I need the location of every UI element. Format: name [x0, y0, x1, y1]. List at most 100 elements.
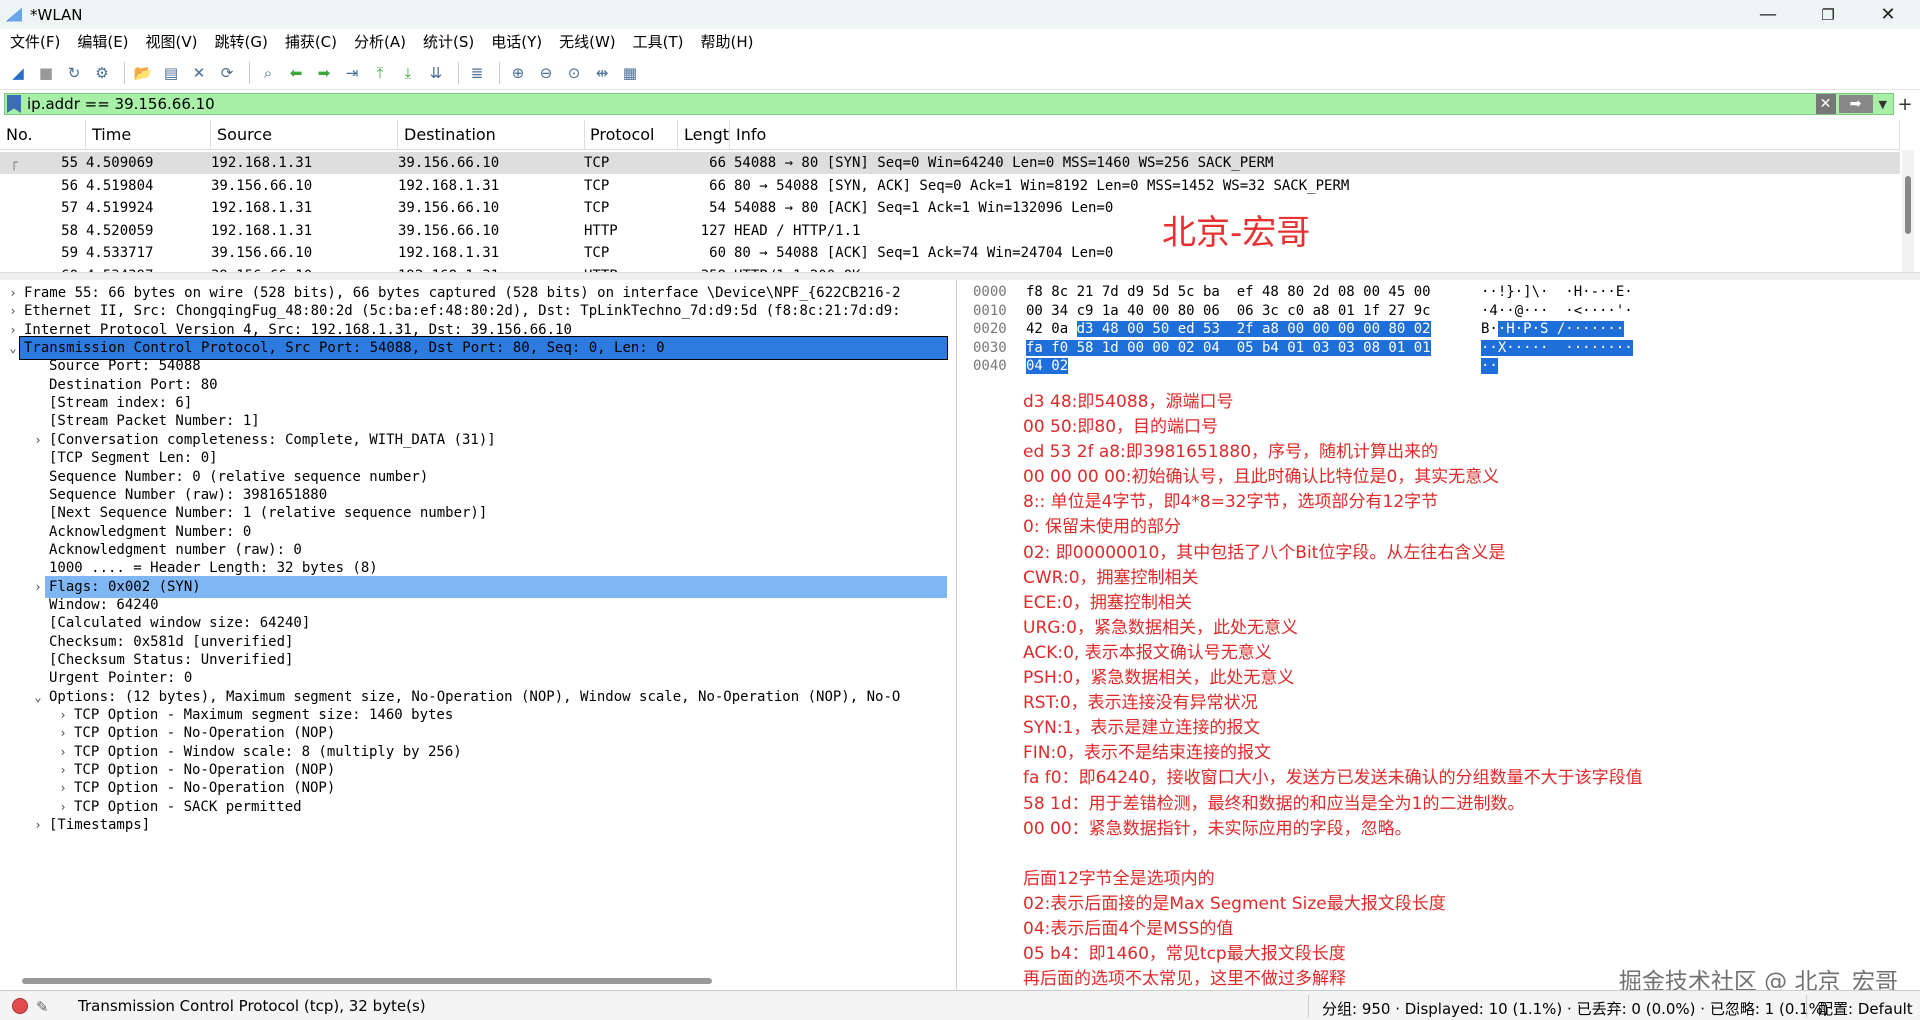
reload-file-icon[interactable]: ⟳ [215, 61, 239, 85]
ascii-bytes[interactable]: ··X····· ········ [1481, 339, 1633, 358]
close-file-icon[interactable]: ✕ [187, 61, 211, 85]
packet-cell-time: 4.520059 [86, 222, 154, 239]
ascii-plain: B· [1481, 321, 1498, 338]
packet-list-scrollbar[interactable] [1902, 150, 1914, 272]
column-header[interactable]: Destination [398, 120, 585, 150]
menu-item[interactable]: 视图(V) [138, 29, 207, 56]
zoom-in-icon[interactable]: ⊕ [506, 61, 530, 85]
zoom-normal-icon[interactable]: ⊙ [562, 61, 586, 85]
column-header[interactable]: Lengt [678, 120, 730, 150]
menu-item[interactable]: 无线(W) [551, 29, 625, 56]
note-line [1023, 842, 1903, 867]
zoom-out-icon[interactable]: ⊖ [534, 61, 558, 85]
menu-item[interactable]: 统计(S) [415, 29, 483, 56]
capture-status-icon[interactable] [12, 997, 28, 1014]
menu-item[interactable]: 电话(Y) [483, 29, 551, 56]
packet-cell-info: HEAD / HTTP/1.1 [734, 222, 861, 239]
note-line: RST:0，表示连接没有异常状况 [1023, 693, 1258, 714]
menu-item[interactable]: 编辑(E) [69, 29, 137, 56]
close-button[interactable]: ✕ [1860, 0, 1916, 29]
auto-scroll-icon[interactable]: ⇊ [424, 61, 448, 85]
add-filter-button-icon[interactable]: + [1894, 94, 1916, 115]
ascii-bytes[interactable]: ·4··@··· ·<····'· [1481, 302, 1633, 321]
packet-cell-no: 60 [0, 265, 78, 273]
column-header[interactable]: Protocol [584, 120, 678, 150]
note-line: URG:0，紧急数据相关，此处无意义 [1023, 617, 1298, 638]
tree-item-label: Checksum: 0x581d [unverified] [49, 633, 294, 650]
conversation-bracket-icon: ┌ [10, 155, 19, 171]
hex-bytes[interactable]: fa f0 58 1d 00 00 02 04 05 b4 01 03 03 0… [1026, 339, 1431, 358]
apply-filter-icon[interactable]: ➡ [1838, 95, 1873, 113]
clear-filter-icon[interactable]: ✕ [1815, 94, 1836, 114]
hex-bytes[interactable]: 00 34 c9 1a 40 00 80 06 06 3c c0 a8 01 1… [1026, 302, 1431, 321]
hex-bytes-plain: 42 0a [1026, 321, 1077, 338]
menu-item[interactable]: 分析(A) [346, 29, 415, 56]
packet-row[interactable]: 56 4.519804 39.156.66.10 192.168.1.31 TCP 66 8… [0, 175, 1900, 197]
minimize-button[interactable]: — [1740, 0, 1796, 29]
note-line: 后面12字节全是选项内的 [1023, 868, 1215, 889]
go-first-icon[interactable]: ⤒ [368, 61, 392, 85]
menu-item[interactable]: 文件(F) [2, 29, 69, 56]
filter-history-dropdown-icon[interactable]: ▼ [1879, 98, 1887, 111]
column-header[interactable]: No. [0, 120, 86, 150]
column-header[interactable]: Source [211, 120, 398, 150]
status-divider [1806, 995, 1807, 1017]
layout-icon[interactable]: ▦ [618, 61, 642, 85]
stop-capture-icon[interactable]: ■ [34, 61, 58, 85]
ascii-bytes[interactable]: ·· [1481, 357, 1498, 376]
expand-arrow-icon[interactable]: › [31, 814, 45, 836]
note-line: ed 53 2f a8:即3981651880，序号，随机计算出来的 [1023, 442, 1439, 463]
title-bar: *WLAN — ❐ ✕ [0, 0, 1920, 29]
ascii-bytes[interactable]: ··!}·]\· ·H·-··E· [1481, 283, 1633, 302]
note-line: 00 50:即80，目的端口号 [1023, 417, 1219, 438]
note-line: SYN:1，表示是建立连接的报文 [1023, 718, 1261, 739]
tree-item-label: TCP Option - Window scale: 8 (multiply b… [74, 743, 462, 760]
pane-splitter[interactable] [0, 272, 1920, 280]
packet-cell-time: 4.519804 [86, 177, 154, 194]
go-last-icon[interactable]: ⤓ [396, 61, 420, 85]
hex-offset: 0000 [973, 284, 1007, 300]
menu-item[interactable]: 跳转(G) [207, 29, 277, 56]
resize-columns-icon[interactable]: ⇹ [590, 61, 614, 85]
open-file-icon[interactable]: 📂 [131, 61, 155, 85]
tree-item-label: [Conversation completeness: Complete, WI… [49, 431, 496, 448]
find-packet-icon[interactable]: ⌕ [256, 61, 280, 85]
menu-item[interactable]: 捕获(C) [277, 29, 346, 56]
ascii-bytes[interactable]: B··H·P·S /······· [1481, 320, 1625, 339]
go-to-packet-icon[interactable]: ⇥ [340, 61, 364, 85]
edit-comment-icon[interactable]: ✎ [36, 998, 54, 1016]
shark-fin-start-icon[interactable]: ◢ [6, 61, 30, 85]
column-header[interactable]: Info [730, 120, 1900, 150]
restart-capture-icon[interactable]: ↻ [62, 61, 86, 85]
tree-item-label: Frame 55: 66 bytes on wire (528 bits), 6… [24, 285, 901, 301]
column-header[interactable]: Time [86, 120, 211, 150]
capture-options-icon[interactable]: ⚙ [90, 61, 114, 85]
packet-cell-time: 4.534397 [86, 265, 153, 273]
hex-bytes[interactable]: 42 0a d3 48 00 50 ed 53 2f a8 00 00 00 0… [1026, 320, 1431, 339]
colorize-icon[interactable]: ≣ [465, 61, 489, 85]
scrollbar-thumb[interactable] [1905, 176, 1911, 234]
menu-item[interactable]: 帮助(H) [693, 29, 763, 56]
hex-bytes[interactable]: 04 02 [1026, 357, 1069, 376]
display-filter-input[interactable] [27, 95, 1816, 113]
hex-bytes[interactable]: f8 8c 21 7d d9 5d 5c ba ef 48 80 2d 08 0… [1026, 283, 1431, 302]
packet-row[interactable]: 60 4.534397 39.156.66.10 192.168.1.31 HTTP 35… [0, 265, 1900, 273]
packet-row[interactable]: 57 4.519924 192.168.1.31 39.156.66.10 TCP 54 5… [0, 197, 1900, 219]
menu-item[interactable]: 工具(T) [625, 29, 693, 56]
note-line: 8:: 单位是4字节，即4*8=32字节，选项部分有12字节 [1023, 492, 1439, 513]
ascii-selected: ··X····· ········ [1481, 339, 1633, 356]
packet-row[interactable]: 58 4.520059 192.168.1.31 39.156.66.10 HTTP 12… [0, 220, 1900, 242]
tree-item-label: Window: 64240 [49, 596, 159, 613]
details-horizontal-scrollbar[interactable] [22, 978, 712, 984]
tree-item-label: [Stream Packet Number: 1] [49, 413, 260, 430]
go-back-icon[interactable]: ⬅ [284, 61, 308, 85]
packet-cell-len: 127 [700, 222, 726, 239]
packet-row[interactable]: 59 4.533717 39.156.66.10 192.168.1.31 TCP 60 8… [0, 242, 1900, 264]
save-file-icon[interactable]: ▤ [159, 61, 183, 85]
status-profile[interactable]: 配置: Default [1818, 998, 1913, 1019]
go-forward-icon[interactable]: ➡ [312, 61, 336, 85]
bookmark-icon[interactable] [7, 95, 21, 113]
packet-row[interactable]: 55 4.509069 192.168.1.31 39.156.66.10 TCP 66 5… [0, 152, 1900, 174]
maximize-button[interactable]: ❐ [1800, 0, 1856, 29]
tree-row[interactable]: › [Timestamps] [0, 814, 956, 836]
